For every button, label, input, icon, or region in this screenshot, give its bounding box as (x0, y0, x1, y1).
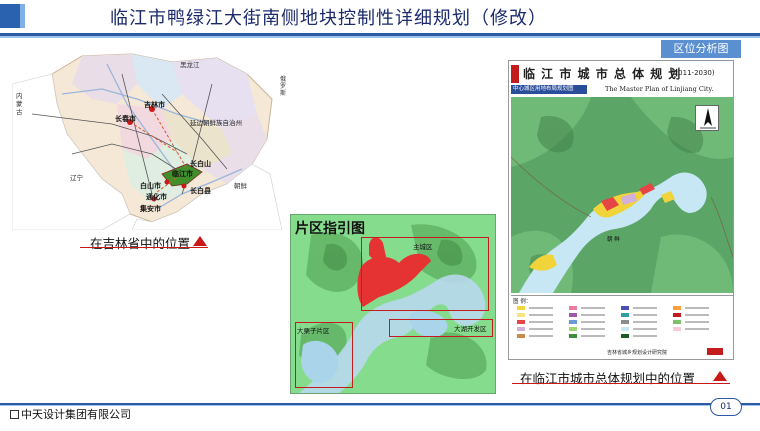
label-yanbian: 延边朝鲜族自治州 (190, 119, 242, 127)
company-name: 中天设计集团有限公司 (10, 406, 131, 422)
district-map: 片区指引图 主城区 大栗子片区 大湖开发区 (290, 214, 496, 394)
north-arrow-icon (695, 105, 719, 131)
province-map: 黑龙江 内蒙古 辽宁 长春市 吉林市 长白山 白山市 长白县 临江市 通化市 集… (12, 44, 294, 230)
master-plan-terrain: 朝 鲜 (511, 97, 733, 293)
label-tonghua: 通化市 (146, 193, 167, 201)
master-plan-map: 临 江 市 城 市 总 体 规 划 (2011-2030) 中心城区用地布局规划… (508, 60, 734, 360)
page-title: 临江市鸭绿江大街南侧地块控制性详细规划（修改） (110, 8, 547, 29)
north-arrow-graphic (700, 108, 716, 129)
master-caption-underline (512, 383, 730, 384)
label-jian: 集安市 (140, 205, 161, 213)
caption-underline (80, 247, 208, 248)
province-map-caption: 在吉林省中的位置 (90, 236, 191, 251)
header-rule-light (0, 36, 760, 38)
master-plan-title-en: The Master Plan of Linjiang City. (605, 85, 714, 93)
caption-marker-icon (193, 236, 207, 246)
master-plan-title: 临 江 市 城 市 总 体 规 划 (523, 67, 682, 81)
title-bar: 临江市鸭绿江大街南侧地块控制性详细规划（修改） (0, 0, 760, 33)
label-neimenggu: 内蒙古 (16, 92, 23, 116)
company-logo-icon (10, 410, 19, 419)
master-plan-subtitle: 中心城区用地布局规划图 (511, 85, 587, 94)
region-label-chaoxian: 朝 鲜 (607, 237, 620, 243)
label-liaoning: 辽宁 (70, 174, 83, 182)
label-jilin: 吉林市 (144, 101, 165, 109)
master-plan-caption: 在临江市城市总体规划中的位置 (520, 371, 696, 386)
zone-dahu-label: 大湖开发区 (454, 325, 487, 333)
label-eluosi: 俄罗斯 (280, 76, 287, 97)
label-baishan-mountain: 长白山 (190, 160, 211, 168)
master-caption-marker-icon (713, 371, 727, 381)
legend-swatches (517, 306, 709, 338)
master-plan-flag-icon (511, 65, 519, 83)
zone-main-label: 主城区 (413, 243, 433, 251)
label-changchun: 长春市 (115, 115, 136, 123)
company-name-text: 中天设计集团有限公司 (21, 408, 131, 421)
title-mark-icon (0, 4, 25, 28)
label-chaoxian: 朝鲜 (234, 182, 247, 190)
label-changbai: 长白县 (190, 187, 211, 195)
slide: 临江市鸭绿江大街南侧地块控制性详细规划（修改） 区位分析图 黑龙江 内蒙古 辽宁… (0, 0, 760, 431)
section-tag: 区位分析图 (661, 40, 741, 58)
institute-seal-icon (707, 348, 723, 355)
label-baishan-city: 白山市 (140, 182, 161, 190)
label-linjiang: 临江市 (172, 170, 193, 178)
master-plan-years: (2011-2030) (671, 69, 715, 77)
label-heilongjiang: 黑龙江 (180, 61, 200, 69)
zone-dali-label: 大栗子片区 (297, 327, 330, 335)
province-map-graphic (12, 53, 283, 230)
institute-label: 吉林省城乡规划设计研究院 (607, 350, 668, 356)
page-number: 01 (710, 398, 742, 416)
master-plan-legend: 图 例： 吉林省城乡规划设计研究院 (511, 295, 733, 357)
district-map-title: 片区指引图 (295, 221, 365, 237)
